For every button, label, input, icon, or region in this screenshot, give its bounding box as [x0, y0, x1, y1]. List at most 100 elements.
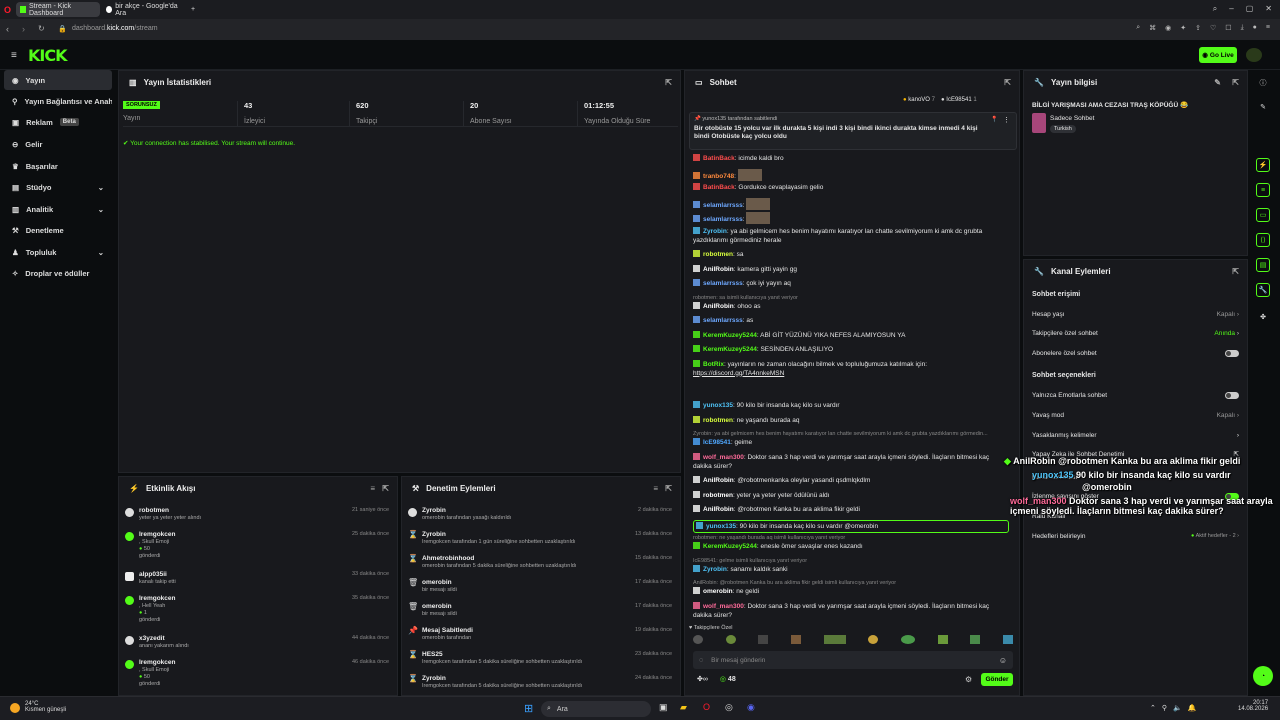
discord-icon[interactable]: ◉ — [747, 702, 755, 713]
clipboard-icon[interactable]: ▤ — [1256, 258, 1270, 272]
minimize-icon[interactable]: – — [1229, 4, 1233, 14]
emote-icon[interactable] — [725, 635, 736, 644]
chat-username[interactable]: yunox135 — [703, 402, 733, 409]
popout-icon[interactable]: ⇱ — [1232, 267, 1239, 276]
chat-username[interactable]: selamlarrsss — [703, 202, 743, 209]
info-icon[interactable]: ⓘ — [1256, 76, 1270, 90]
opera-menu-icon[interactable]: O — [4, 2, 16, 17]
sidebar-item-yayin-baglantisi[interactable]: ⚲ Yayın Bağlantısı ve Anahtarı — [4, 91, 112, 111]
chat-username[interactable]: robotmen — [703, 492, 733, 499]
chat-message[interactable]: selamlarrsss: — [693, 212, 1009, 224]
opera-icon[interactable]: O — [703, 702, 710, 712]
toggle-switch[interactable] — [1225, 391, 1239, 399]
setting-hesap-yasi[interactable]: Hesap yaşı Kapalı › — [1032, 307, 1239, 321]
chat-message[interactable]: IcE98541: geime — [693, 438, 1009, 447]
chat-message[interactable]: Zyrobin: ya abi gelmicem hes benim hayat… — [693, 226, 1009, 245]
popout-icon[interactable]: ⇱ — [665, 78, 672, 87]
chat-username[interactable]: selamlarrsss — [703, 280, 743, 287]
activity-user[interactable]: x3yzedit — [139, 635, 165, 642]
chat-message[interactable]: BatinBack: Gordukce cevaplayasim gelio — [693, 183, 1009, 192]
emote-icon[interactable] — [790, 635, 801, 644]
sidebar-item-topluluk[interactable]: ♟ Topluluk ⌄ — [4, 242, 112, 262]
emote-menu-icon[interactable]: ✤∞ — [697, 675, 708, 683]
menu-icon[interactable]: ≡ — [1266, 24, 1270, 32]
chat-message[interactable]: tranbo748: — [693, 168, 1009, 181]
chat-username[interactable]: KeremKuzey5244 — [703, 543, 757, 550]
mod-user[interactable]: Zyrobin — [422, 507, 446, 514]
emoji-icon[interactable]: ☺ — [999, 656, 1007, 665]
camera-icon[interactable]: ◉ — [1165, 24, 1171, 32]
setting-raid[interactable]: Raid Kanalı — [1032, 509, 1239, 523]
activity-user[interactable]: Iremgokcen — [139, 659, 176, 666]
weather-widget[interactable]: 24°C Kısmen güneşli — [25, 701, 66, 713]
kick-logo[interactable]: KICK — [28, 46, 67, 65]
unpin-icon[interactable]: 📍 — [991, 116, 998, 123]
bookmark-icon[interactable]: ☐ — [1225, 24, 1231, 32]
chat-username[interactable]: KeremKuzey5244 — [703, 332, 757, 339]
chat-username[interactable]: tranbo748 — [703, 173, 734, 180]
close-icon[interactable]: ✕ — [1265, 4, 1272, 14]
windows-start-icon[interactable]: ⊞ — [524, 702, 533, 715]
translate-icon[interactable]: ⌘ — [1149, 24, 1156, 32]
chat-message[interactable]: robotmen: yeter ya yeter yeter ödülünü a… — [693, 490, 1009, 500]
channel-points[interactable]: ◎ 48 — [720, 675, 736, 683]
maximize-icon[interactable]: ▢ — [1246, 4, 1254, 14]
file-explorer-icon[interactable]: ▰ — [680, 702, 687, 713]
chat-message[interactable]: robotmen: sa — [693, 250, 1009, 259]
setting-hedefler[interactable]: Hedefleri belirleyin ● Aktif hedefler - 2… — [1032, 529, 1239, 543]
chat-username[interactable]: BotRix — [703, 361, 724, 368]
tab-kick-dashboard[interactable]: Stream - Kick Dashboard — [16, 2, 100, 17]
chat-message[interactable]: selamlarrsss: — [693, 197, 1009, 210]
chat-username[interactable]: Zyrobin — [703, 566, 727, 573]
chat-message[interactable]: yunox135: 90 kilo bir insanda kaç kilo s… — [693, 401, 1009, 410]
weather-icon[interactable] — [10, 703, 20, 713]
toggle-switch[interactable] — [1225, 349, 1239, 357]
chat-username[interactable]: yunox135 — [706, 523, 736, 530]
search-tabs-icon[interactable]: ⌕ — [1213, 4, 1217, 14]
chat-message[interactable]: AnilRobin: @robotmenkanka oleylar yasand… — [693, 476, 1009, 485]
chat-message[interactable]: omerobin: ne geldi — [693, 587, 1009, 596]
chat-username[interactable]: selamlarrsss — [703, 216, 743, 223]
activity-user[interactable]: robotmen — [139, 507, 169, 514]
emote-icon[interactable] — [823, 635, 846, 644]
settings-icon[interactable]: ⚙ — [965, 675, 972, 684]
chat-message[interactable]: KeremKuzey5244: ABİ GİT YÜZÜNÜ YIKA NEFE… — [693, 330, 1009, 340]
emote-icon[interactable] — [900, 635, 915, 644]
chat-message[interactable]: selamlarrsss: as — [693, 316, 1009, 325]
extension-icon[interactable]: ✦ — [1180, 24, 1186, 32]
edit-icon[interactable]: ✎ — [1256, 100, 1270, 114]
tab-google-search[interactable]: bir akçe - Google'da Ara — [102, 2, 186, 17]
sidebar-item-gelir[interactable]: ⊖ Gelir — [4, 134, 112, 154]
mod-user[interactable]: omerobin — [422, 603, 452, 610]
chat-message[interactable]: KeremKuzey5244: SESİNDEN ANLAŞILIYO — [693, 345, 1009, 354]
chat-message[interactable]: KeremKuzey5244: enesle ömer savaşlar ene… — [693, 542, 1009, 551]
wrench-icon[interactable]: 🔧 — [1256, 283, 1270, 297]
chat-message[interactable]: AnilRobin: @robotmen Kanka bu ara aklima… — [693, 505, 1009, 514]
reload-icon[interactable]: ↻ — [38, 24, 45, 33]
chat-username[interactable]: AnilRobin — [703, 477, 734, 484]
chevron-up-icon[interactable]: ⌃ — [1150, 704, 1156, 712]
profile-icon[interactable]: ● — [1253, 24, 1257, 32]
chat-input[interactable]: ◌ Bir mesaj gönderin ☺ — [693, 651, 1013, 669]
chat-username[interactable]: AnilRobin — [703, 303, 734, 310]
activity-user[interactable]: Iremgokcen — [139, 595, 176, 602]
gifter-1[interactable]: ● kanoVO 7 — [903, 97, 935, 103]
emote-icon[interactable] — [758, 635, 769, 644]
chat-message[interactable]: AnilRobin: ohoo as — [693, 301, 1009, 311]
chat-username[interactable]: wolf_man300 — [703, 603, 744, 610]
heart-icon[interactable]: ♡ — [1210, 24, 1216, 32]
chat-username[interactable]: Zyrobin — [703, 228, 727, 235]
chat-username[interactable]: IcE98541 — [703, 439, 731, 446]
task-view-icon[interactable]: ▣ — [659, 702, 668, 713]
chat-username[interactable]: omerobin — [703, 588, 733, 595]
sidebar-item-yayin[interactable]: ◉ Yayın — [4, 70, 112, 90]
code-icon[interactable]: ⟨⟩ — [1256, 233, 1270, 247]
mod-user[interactable]: Ahmetrobinhood — [422, 555, 474, 562]
sidebar-item-basarilar[interactable]: ♛ Başarılar — [4, 156, 112, 176]
chat-message[interactable]: wolf_man300: Doktor sana 3 hap verdi ve … — [693, 601, 1009, 620]
forward-icon[interactable]: › — [22, 24, 25, 34]
list-icon[interactable]: ≡ — [1256, 183, 1270, 197]
sidebar-item-droplar[interactable]: ✧ Droplar ve ödüller — [4, 263, 112, 283]
chat-username[interactable]: robotmen — [703, 251, 733, 258]
bolt-icon[interactable]: ⚡ — [1256, 158, 1270, 172]
